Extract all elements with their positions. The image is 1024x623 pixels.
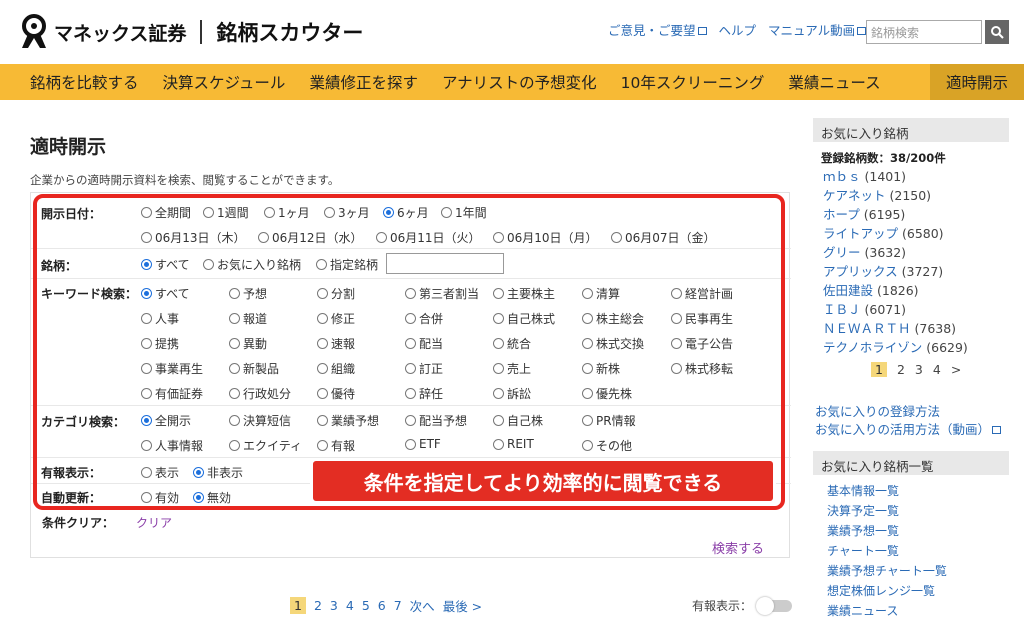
favorite-stock-item[interactable]: ＮＥＷＡＲＴＨ (7638) <box>813 319 1009 338</box>
pagination: 1 2 3 4 5 6 7 次へ 最後 > <box>290 596 482 615</box>
logo-separator <box>200 20 203 44</box>
favorites-view-link-6[interactable]: 業績ニュース <box>813 601 1009 621</box>
favorites-page-0[interactable]: 1 <box>871 362 887 377</box>
favorite-stock-item[interactable]: 佐田建設 (1826) <box>813 281 1009 300</box>
nav-analyst[interactable]: アナリストの予想変化 <box>430 64 609 100</box>
page-link-1[interactable]: 1 <box>290 597 306 614</box>
favorite-stock-name: ｍｂｓ <box>823 169 865 184</box>
toggle-switch[interactable] <box>756 596 793 615</box>
favorite-stock-item[interactable]: ｍｂｓ (1401) <box>813 167 1009 186</box>
nav-news[interactable]: 業績ニュース <box>776 64 892 100</box>
stock-search-input[interactable]: 銘柄検索 <box>866 20 982 44</box>
favorite-stock-code: (3632) <box>864 245 907 260</box>
favorite-stock-code: (6071) <box>864 302 907 317</box>
nav-revisions[interactable]: 業績修正を探す <box>297 64 430 100</box>
favorites-view-links: 基本情報一覧 決算予定一覧 業績予想一覧 チャート一覧 業績予想チャート一覧 想定株価レン… <box>813 481 1009 621</box>
favorite-stock-item[interactable]: ケアネット (2150) <box>813 186 1009 205</box>
sidebar: お気に入り銘柄 登録銘柄数：38/200件 ｍｂｓ (1401) ケアネット (2… <box>813 118 1009 621</box>
page-title: 適時開示 <box>30 136 107 158</box>
favorite-stock-code: (2150) <box>889 188 932 203</box>
clear-label: 条件クリア： <box>42 516 115 530</box>
favorite-stock-item[interactable]: ライトアップ (6580) <box>813 224 1009 243</box>
favorite-stock-item[interactable]: アプリックス (3727) <box>813 262 1009 281</box>
app-title: 銘柄スカウター <box>216 21 364 45</box>
main-nav: 銘柄を比較する 決算スケジュール 業績修正を探す アナリストの予想変化 10年ス… <box>0 64 1024 100</box>
favorite-stock-name: 佐田建設 <box>823 283 877 298</box>
favorite-stock-name: アプリックス <box>823 264 902 279</box>
page-link-4[interactable]: 4 <box>346 598 354 613</box>
favorite-stock-code: (6195) <box>863 207 906 222</box>
favorites-pagination: 1 2 3 4 > <box>813 362 1009 377</box>
nav-schedule[interactable]: 決算スケジュール <box>151 64 298 100</box>
favorite-stock-name: ライトアップ <box>823 226 902 241</box>
help-link[interactable]: ヘルプ <box>719 20 757 39</box>
favorite-stock-code: (1826) <box>876 283 919 298</box>
manual-video-link[interactable]: マニュアル動画 <box>768 20 867 39</box>
page-link-5[interactable]: 5 <box>362 598 370 613</box>
page-link-6[interactable]: 6 <box>378 598 386 613</box>
favorites-count: 登録銘柄数：38/200件 <box>821 151 946 165</box>
favorites-list-header: お気に入り銘柄一覧 <box>813 451 1009 475</box>
favorite-stock-item[interactable]: ＩＢＪ (6071) <box>813 300 1009 319</box>
favorite-stock-name: ＮＥＷＡＲＴＨ <box>823 321 915 336</box>
favorites-view-link-5[interactable]: 想定株価レンジ一覧 <box>813 581 1009 601</box>
favorites-help-links: お気に入りの登録方法 お気に入りの活用方法（動画） <box>813 403 1009 439</box>
favorite-stock-code: (1401) <box>864 169 907 184</box>
external-window-icon <box>857 27 867 35</box>
favorites-page-2[interactable]: 3 <box>915 362 923 377</box>
header: マネックス証券 銘柄スカウター ご意見・ご要望 ヘルプ マニュアル動画 銘柄検索 <box>0 0 1024 64</box>
favorite-stock-item[interactable]: テクノホライゾン (6629) <box>813 338 1009 357</box>
main-content: 適時開示 企業からの適時開示資料を検索、閲覧することができます。 開示日付： 全… <box>30 132 791 558</box>
favorites-help-link-0[interactable]: お気に入りの登録方法 <box>813 403 1009 421</box>
favorites-view-link-4[interactable]: 業績予想チャート一覧 <box>813 561 1009 581</box>
favorites-view-link-1[interactable]: 決算予定一覧 <box>813 501 1009 521</box>
favorite-stock-name: ケアネット <box>823 188 890 203</box>
callout-banner: 条件を指定してより効率的に閲覧できる <box>310 458 776 504</box>
favorite-stock-code: (3727) <box>901 264 944 279</box>
search-icon <box>991 26 1004 39</box>
favorite-stock-name: グリー <box>823 245 865 260</box>
page-description: 企業からの適時開示資料を検索、閲覧することができます。 <box>30 173 340 187</box>
search-submit-button[interactable]: 検索する <box>712 538 764 557</box>
favorites-page-3[interactable]: 4 <box>933 362 941 377</box>
nav-disclosure[interactable]: 適時開示 <box>929 64 1024 100</box>
favorite-stock-name: ＩＢＪ <box>823 302 865 317</box>
favorite-stock-code: (6580) <box>901 226 944 241</box>
page-next-link[interactable]: 次へ <box>410 596 435 615</box>
favorites-view-link-3[interactable]: チャート一覧 <box>813 541 1009 561</box>
page-link-7[interactable]: 7 <box>394 598 402 613</box>
monex-logo-icon <box>22 14 46 48</box>
yuho-toggle[interactable]: 有報表示： <box>692 596 793 615</box>
page-last-link[interactable]: 最後 > <box>443 596 482 615</box>
search-button[interactable] <box>985 20 1009 44</box>
yuho-toggle-label: 有報表示： <box>692 599 753 613</box>
favorite-stock-code: (7638) <box>914 321 957 336</box>
page-link-3[interactable]: 3 <box>330 598 338 613</box>
favorite-stock-code: (6629) <box>926 340 968 355</box>
favorite-stock-item[interactable]: グリー (3632) <box>813 243 1009 262</box>
favorites-view-link-0[interactable]: 基本情報一覧 <box>813 481 1009 501</box>
favorites-page-4[interactable]: > <box>951 362 961 377</box>
external-window-icon <box>697 27 707 35</box>
favorites-list: ｍｂｓ (1401) ケアネット (2150) ホープ (6195) ライトアップ (… <box>813 167 1009 357</box>
nav-screening[interactable]: 10年スクリーニング <box>609 64 777 100</box>
nav-compare[interactable]: 銘柄を比較する <box>18 64 151 100</box>
favorites-help-link-1[interactable]: お気に入りの活用方法（動画） <box>813 421 1009 439</box>
clear-link[interactable]: クリア <box>136 514 172 531</box>
favorites-view-link-2[interactable]: 業績予想一覧 <box>813 521 1009 541</box>
favorites-header: お気に入り銘柄 <box>813 118 1009 142</box>
feedback-link[interactable]: ご意見・ご要望 <box>608 20 707 39</box>
logo-text: マネックス証券 <box>54 22 187 45</box>
header-links: ご意見・ご要望 ヘルプ マニュアル動画 <box>608 20 867 39</box>
favorites-page-1[interactable]: 2 <box>897 362 905 377</box>
logo[interactable]: マネックス証券 銘柄スカウター <box>18 12 363 52</box>
favorite-stock-name: ホープ <box>823 207 864 222</box>
favorite-stock-item[interactable]: ホープ (6195) <box>813 205 1009 224</box>
page-link-2[interactable]: 2 <box>314 598 322 613</box>
external-window-icon <box>992 426 1002 434</box>
favorite-stock-name: テクノホライゾン <box>823 340 927 355</box>
